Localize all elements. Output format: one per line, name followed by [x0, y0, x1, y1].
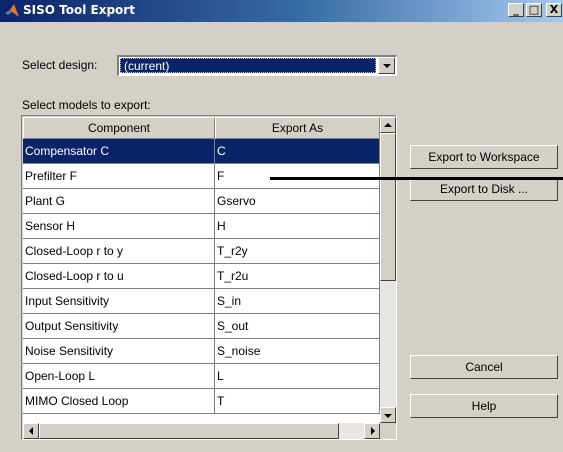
siso-export-window: SISO Tool Export _ □ X Select design: (c… — [0, 0, 563, 452]
table-row[interactable]: Compensator C C — [23, 139, 380, 164]
scrollbar-corner — [380, 423, 396, 439]
table-row[interactable]: MIMO Closed Loop T — [23, 389, 380, 414]
help-button[interactable]: Help — [410, 394, 558, 418]
component-cell[interactable]: Prefilter F — [23, 164, 215, 189]
component-cell[interactable]: Closed-Loop r to y — [23, 239, 215, 264]
export-as-cell[interactable]: L — [215, 364, 380, 389]
callout-line — [270, 177, 563, 180]
export-as-cell[interactable]: S_out — [215, 314, 380, 339]
select-models-label: Select models to export: — [22, 98, 151, 112]
export-as-cell[interactable]: C — [215, 139, 380, 164]
component-cell[interactable]: Sensor H — [23, 214, 215, 239]
component-cell[interactable]: Open-Loop L — [23, 364, 215, 389]
column-header-component[interactable]: Component — [23, 117, 215, 139]
table-row[interactable]: Closed-Loop r to u T_r2u — [23, 264, 380, 289]
chevron-down-icon — [383, 64, 391, 68]
models-table-body: Component Export As Compensator C C Pref… — [23, 117, 380, 423]
export-as-cell[interactable]: S_noise — [215, 339, 380, 364]
vertical-scroll-thumb[interactable] — [380, 133, 396, 281]
export-as-cell[interactable]: H — [215, 214, 380, 239]
arrow-down-icon — [384, 414, 392, 418]
models-table: Component Export As Compensator C C Pref… — [21, 115, 397, 440]
close-icon[interactable]: X — [546, 3, 562, 17]
design-dropdown-button[interactable] — [378, 57, 395, 74]
minimize-icon[interactable]: _ — [508, 3, 524, 17]
component-cell[interactable]: Input Sensitivity — [23, 289, 215, 314]
export-to-disk-button[interactable]: Export to Disk ... — [410, 177, 558, 201]
matlab-logo-icon — [5, 4, 19, 17]
export-as-cell[interactable]: T — [215, 389, 380, 414]
table-row[interactable]: Noise Sensitivity S_noise — [23, 339, 380, 364]
title-bar[interactable]: SISO Tool Export _ □ X — [0, 0, 563, 22]
column-header-export-as[interactable]: Export As — [215, 117, 380, 139]
scroll-left-button[interactable] — [23, 423, 39, 439]
component-cell[interactable]: Output Sensitivity — [23, 314, 215, 339]
table-row[interactable]: Sensor H H — [23, 214, 380, 239]
maximize-icon[interactable]: □ — [526, 3, 542, 17]
table-row[interactable]: Open-Loop L L — [23, 364, 380, 389]
component-cell[interactable]: MIMO Closed Loop — [23, 389, 215, 414]
component-cell[interactable]: Noise Sensitivity — [23, 339, 215, 364]
component-cell[interactable]: Plant G — [23, 189, 215, 214]
export-as-cell[interactable]: Gservo — [215, 189, 380, 214]
select-design-label: Select design: — [22, 58, 98, 72]
horizontal-scrollbar[interactable] — [23, 423, 380, 439]
component-cell[interactable]: Closed-Loop r to u — [23, 264, 215, 289]
design-select-value: (current) — [120, 58, 376, 73]
table-row[interactable]: Closed-Loop r to y T_r2y — [23, 239, 380, 264]
export-as-cell[interactable]: T_r2y — [215, 239, 380, 264]
scroll-up-button[interactable] — [380, 117, 396, 133]
table-row[interactable]: Plant G Gservo — [23, 189, 380, 214]
table-row[interactable]: Output Sensitivity S_out — [23, 314, 380, 339]
component-cell[interactable]: Compensator C — [23, 139, 215, 164]
arrow-right-icon — [371, 427, 375, 435]
vertical-scrollbar[interactable] — [380, 117, 396, 423]
scroll-right-button[interactable] — [364, 423, 380, 439]
export-to-workspace-button[interactable]: Export to Workspace — [410, 145, 558, 169]
export-as-cell[interactable]: T_r2u — [215, 264, 380, 289]
table-row[interactable]: Input Sensitivity S_in — [23, 289, 380, 314]
horizontal-scroll-thumb[interactable] — [39, 423, 339, 439]
window-title: SISO Tool Export — [23, 3, 135, 17]
cancel-button[interactable]: Cancel — [410, 355, 558, 379]
export-as-cell[interactable]: S_in — [215, 289, 380, 314]
arrow-left-icon — [29, 427, 33, 435]
design-select[interactable]: (current) — [117, 55, 397, 76]
scroll-down-button[interactable] — [380, 407, 396, 423]
arrow-up-icon — [384, 123, 392, 127]
